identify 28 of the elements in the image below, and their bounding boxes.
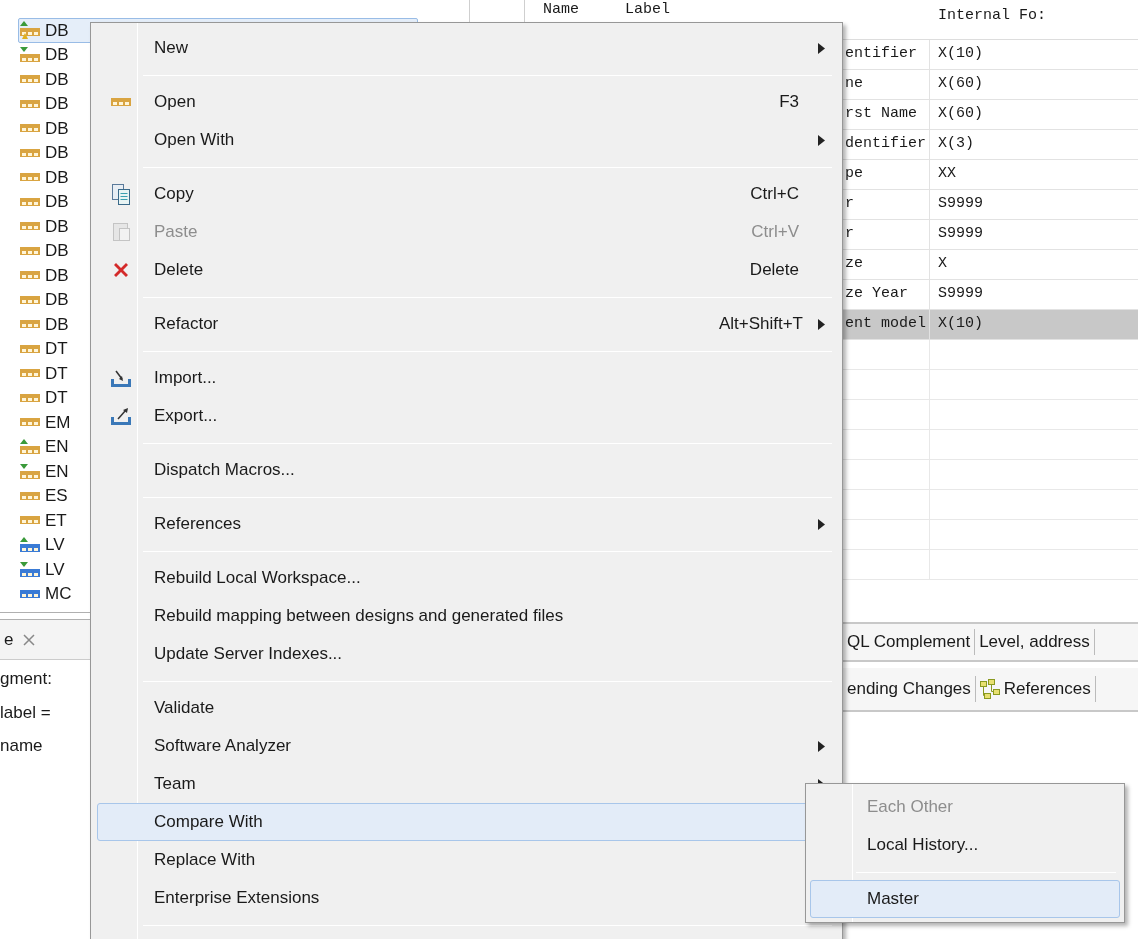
table-cell-text: X (937, 254, 947, 275)
shortcut-label: F3 (779, 91, 800, 114)
table-cell-text: pe (845, 164, 863, 185)
table-cell-text: S9999 (937, 224, 983, 245)
shortcut-label: Alt+Shift+T (718, 313, 804, 336)
table-cell-text: entifier (845, 44, 917, 65)
table-cell-text: X(10) (937, 314, 983, 335)
table-cell-text: X(60) (937, 74, 983, 95)
table-cell-text: rst Name (845, 104, 917, 125)
table-cell-text: ne (845, 74, 863, 95)
table-cell-text: dentifier (845, 134, 926, 155)
table-cell-text: r (845, 224, 854, 245)
table-cell-text: X(60) (937, 104, 983, 125)
table-cell-text: X(10) (937, 44, 983, 65)
table-cell-text: ze Year (845, 284, 908, 305)
table-cell-text: r (845, 194, 854, 215)
table-cell-text: X(3) (937, 134, 974, 155)
table-cell-text: S9999 (937, 194, 983, 215)
table-cell-text: ze (845, 254, 863, 275)
property-text: name (0, 735, 43, 757)
table-cell-text: S9999 (937, 284, 983, 305)
property-text: label = (0, 701, 51, 724)
shortcut-label: Delete (749, 259, 800, 282)
table-cell-text: ent model (845, 314, 926, 335)
shortcut-label: Ctrl+V (751, 221, 800, 244)
property-text: gment: (0, 668, 52, 690)
table-cell-text: XX (937, 164, 956, 185)
shortcut-label: Ctrl+C (750, 183, 800, 206)
